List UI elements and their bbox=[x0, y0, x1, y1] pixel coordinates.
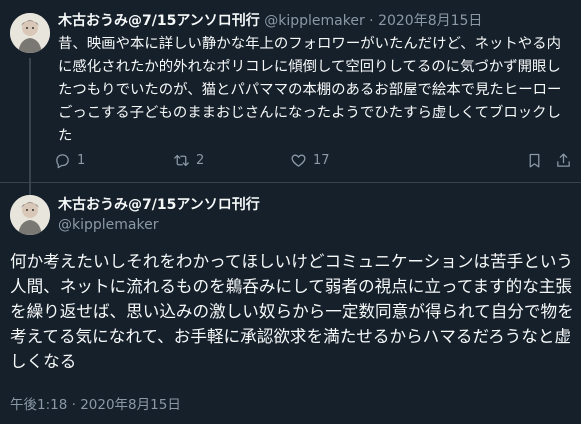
tweet-text: 昔、映画や本に詳しい静かな年上のフォロワーがいたんだけど、ネットやる内に感化され… bbox=[58, 36, 562, 144]
reply-button[interactable]: 1 bbox=[54, 152, 85, 169]
thread-connector-line bbox=[29, 58, 31, 198]
retweet-icon bbox=[174, 154, 189, 167]
bookmark-button[interactable] bbox=[526, 152, 543, 169]
separator-dot: · bbox=[369, 13, 374, 29]
reply-icon bbox=[56, 154, 69, 169]
author-handle[interactable]: @kipplemaker bbox=[58, 215, 260, 235]
reply-count: 1 bbox=[77, 153, 86, 168]
tweet-text: 何か考えたいしそれをわかってほしいけどコミュニケーションは苦手という人間、ネット… bbox=[10, 252, 574, 371]
tweet-date[interactable]: 2020年8月15日 bbox=[378, 13, 482, 29]
share-button[interactable] bbox=[555, 152, 572, 169]
share-icon bbox=[557, 153, 570, 167]
heart-icon bbox=[291, 154, 306, 167]
tweet-divider bbox=[0, 182, 581, 183]
bookmark-icon bbox=[529, 153, 540, 168]
tweet-header: 木古おうみ@7/15アンソロ刊行 @kipplemaker bbox=[58, 195, 260, 235]
author-name[interactable]: 木古おうみ@7/15アンソロ刊行 bbox=[58, 197, 260, 213]
tweet-timestamp[interactable]: 午後1:18 · 2020年8月15日 bbox=[10, 393, 181, 413]
avatar[interactable] bbox=[10, 195, 50, 235]
retweet-button[interactable]: 2 bbox=[173, 152, 204, 169]
author-name[interactable]: 木古おうみ@7/15アンソロ刊行 bbox=[58, 13, 260, 29]
tweet-reply-parent[interactable]: 木古おうみ@7/15アンソロ刊行 @kipplemaker · 2020年8月1… bbox=[0, 0, 581, 198]
tweet-header: 木古おうみ@7/15アンソロ刊行 @kipplemaker · 2020年8月1… bbox=[58, 12, 482, 30]
author-handle[interactable]: @kipplemaker bbox=[264, 13, 364, 29]
action-bar: 1 2 17 bbox=[50, 152, 570, 172]
retweet-count: 2 bbox=[196, 153, 205, 168]
avatar[interactable] bbox=[10, 13, 50, 53]
like-button[interactable]: 17 bbox=[290, 152, 330, 169]
like-count: 17 bbox=[313, 153, 330, 168]
